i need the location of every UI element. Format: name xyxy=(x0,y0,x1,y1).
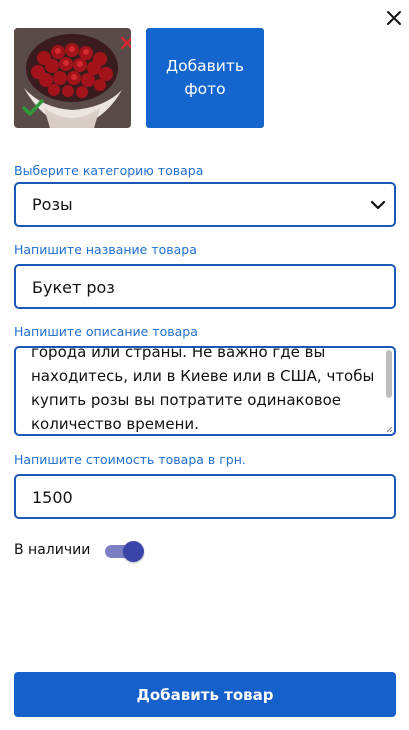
remove-photo-icon[interactable] xyxy=(119,35,131,51)
close-button[interactable] xyxy=(384,8,404,28)
scrollbar-thumb[interactable] xyxy=(386,350,392,398)
name-value: Букет роз xyxy=(32,278,115,297)
price-label: Напишите стоимость товара в грн. xyxy=(14,452,246,467)
resize-grip-icon[interactable] xyxy=(385,425,393,433)
name-label: Напишите название товара xyxy=(14,242,197,257)
check-icon xyxy=(22,99,44,116)
description-label: Напишите описание товара xyxy=(14,324,198,339)
price-value: 1500 xyxy=(32,488,73,507)
description-textarea[interactable]: города или страны. Не важно где вы наход… xyxy=(14,346,396,436)
chevron-down-icon xyxy=(370,200,386,210)
description-scrollbar[interactable] xyxy=(386,350,392,432)
availability-toggle[interactable] xyxy=(104,540,144,562)
price-input[interactable]: 1500 xyxy=(14,474,396,519)
add-product-label: Добавить товар xyxy=(136,685,274,704)
add-photo-button[interactable]: Добавить фото xyxy=(146,28,264,128)
toggle-knob xyxy=(123,541,144,562)
availability-label: В наличии xyxy=(14,542,91,558)
category-label: Выберите категорию товара xyxy=(14,163,204,178)
photo-thumbnail[interactable] xyxy=(14,28,131,128)
category-select[interactable]: Розы xyxy=(14,182,396,227)
category-value: Розы xyxy=(32,195,73,214)
description-value: города или страны. Не важно где вы наход… xyxy=(31,346,375,433)
add-product-button[interactable]: Добавить товар xyxy=(14,672,396,717)
close-icon xyxy=(387,11,401,25)
name-input[interactable]: Букет роз xyxy=(14,264,396,309)
add-photo-label: Добавить фото xyxy=(165,57,245,98)
